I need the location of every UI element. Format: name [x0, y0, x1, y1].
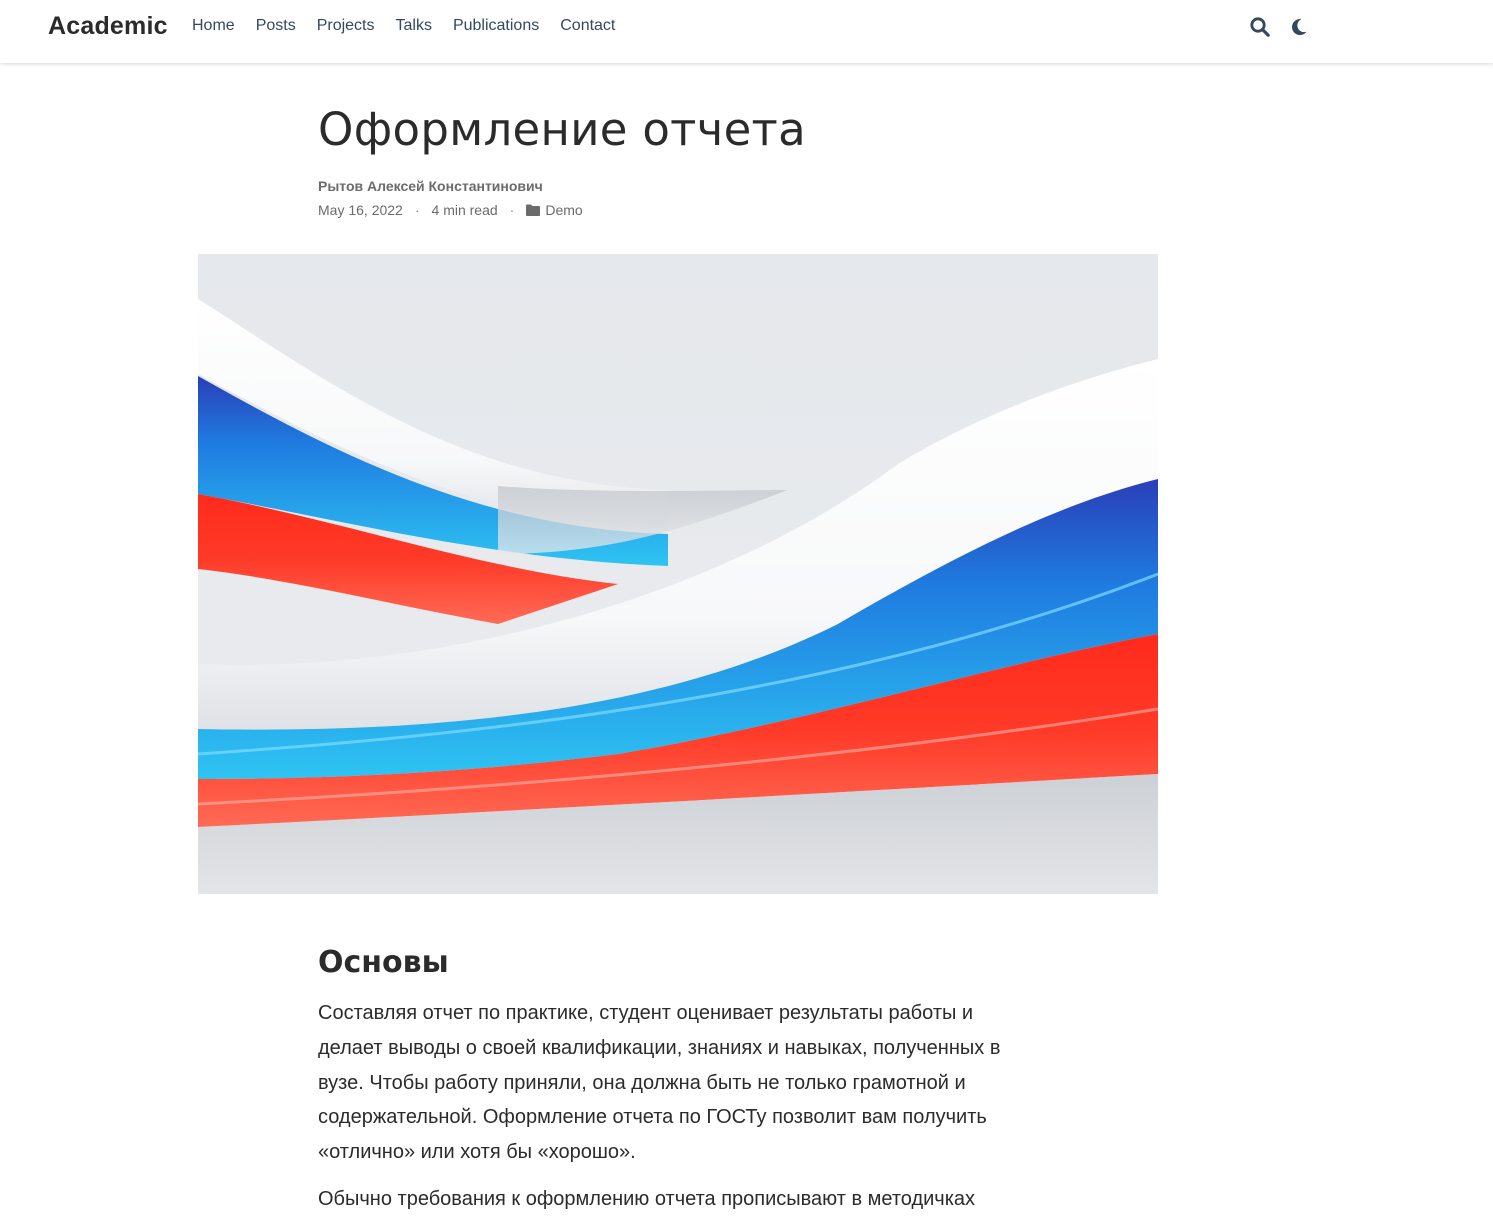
meta-separator: ·	[414, 202, 420, 218]
top-navbar: Academic Home Posts Projects Talks Publi…	[0, 0, 1493, 63]
nav-link-projects[interactable]: Projects	[317, 17, 375, 35]
section-heading: Основы	[318, 945, 449, 980]
nav-link-home[interactable]: Home	[192, 17, 235, 35]
nav-link-posts[interactable]: Posts	[256, 17, 296, 35]
moon-icon[interactable]	[1288, 16, 1310, 38]
nav-link-talks[interactable]: Talks	[396, 17, 432, 35]
author-name[interactable]: Рытов Алексей Константинович	[318, 178, 543, 194]
search-icon[interactable]	[1249, 16, 1271, 38]
publish-date: May 16, 2022	[318, 202, 403, 218]
nav-menu: Home Posts Projects Talks Publications C…	[192, 17, 615, 35]
folder-icon	[526, 204, 541, 216]
read-time: 4 min read	[431, 202, 498, 218]
page-title: Оформление отчета	[318, 103, 806, 156]
article-metadata: May 16, 2022 · 4 min read · Demo	[318, 202, 583, 218]
nav-link-publications[interactable]: Publications	[453, 17, 539, 35]
meta-separator: ·	[509, 202, 515, 218]
nav-link-contact[interactable]: Contact	[560, 17, 615, 35]
category-link[interactable]: Demo	[545, 202, 582, 218]
article-paragraph: Составляя отчет по практике, студент оце…	[318, 1002, 1001, 1164]
article-paragraph: Обычно требования к оформлению отчета пр…	[318, 1188, 976, 1210]
russian-flag-ribbon-image	[198, 254, 1158, 894]
brand-logo[interactable]: Academic	[48, 12, 168, 41]
